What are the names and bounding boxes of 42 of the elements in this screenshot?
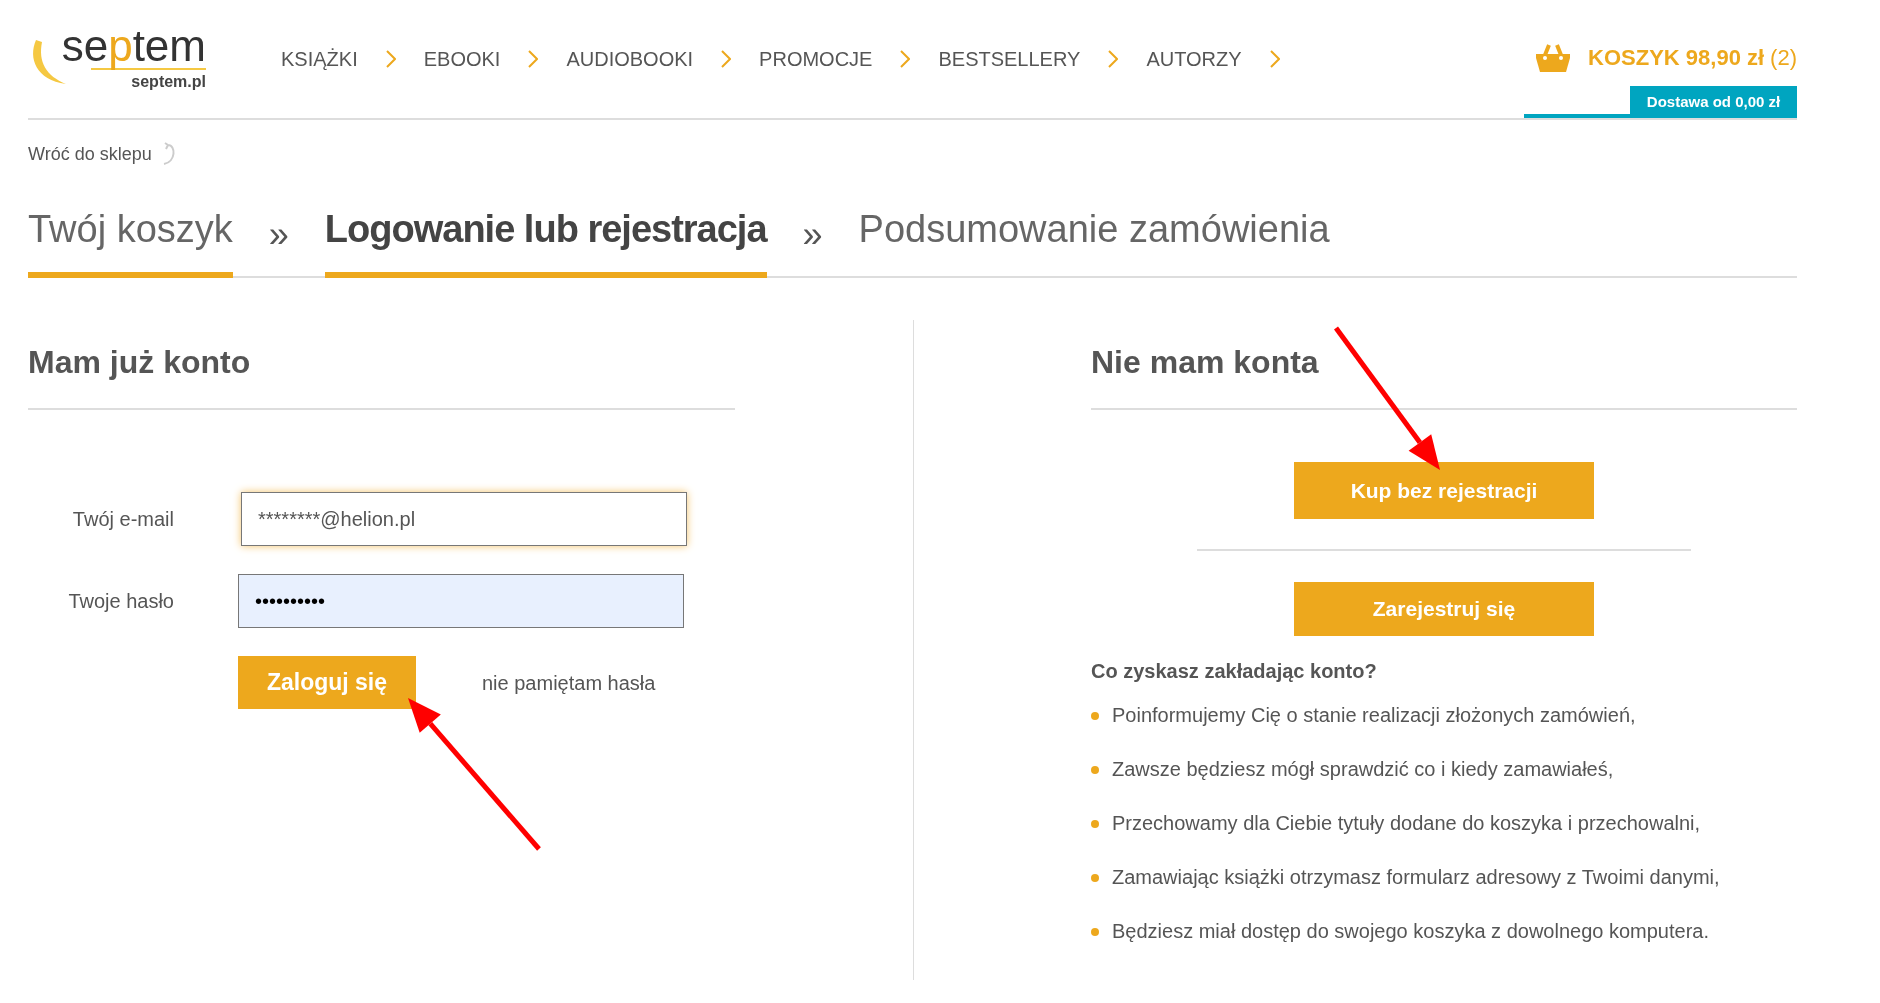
- nav-link[interactable]: AUTORZY: [1146, 44, 1242, 74]
- benefit-text: Zawsze będziesz mógł sprawdzić co i kiedy zamawiałeś,: [1112, 757, 1614, 782]
- benefit-text: Zamawiając książki otrzymasz formularz adresowy z Twoimi danymi,: [1112, 865, 1720, 890]
- chevron-right-icon: [1269, 50, 1280, 68]
- cart-count: (2): [1770, 44, 1797, 72]
- nav-link[interactable]: AUDIOBOOKI: [566, 44, 694, 74]
- bullet-icon: [1091, 819, 1099, 828]
- register-heading: Nie mam konta: [1091, 328, 1797, 410]
- nav-link[interactable]: EBOOKI: [423, 44, 501, 74]
- chevron-right-icon: [721, 50, 732, 68]
- nav-link[interactable]: PROMOCJE: [759, 44, 873, 74]
- checkout-step: Twój koszyk: [28, 201, 233, 278]
- password-label: Twoje hasło: [67, 589, 174, 614]
- chevron-right-icon: [1108, 50, 1119, 68]
- checkout-step: Podsumowanie zamówienia: [858, 201, 1330, 278]
- back-link[interactable]: Wróć do sklepu: [28, 140, 152, 168]
- password-field[interactable]: ••••••••••: [238, 574, 684, 628]
- chevron-right-icon: [385, 50, 396, 68]
- basket-icon[interactable]: [1536, 42, 1571, 73]
- benefit-text: Poinformujemy Cię o stanie realizacji złożonych zamówień,: [1112, 703, 1636, 728]
- bullet-icon: [1091, 711, 1099, 720]
- logo-text: septem: [61, 24, 206, 68]
- forgot-password-link[interactable]: nie pamiętam hasła: [482, 667, 656, 698]
- step-separator: »: [801, 213, 824, 257]
- nav-link[interactable]: BESTSELLERY: [938, 44, 1081, 74]
- nav-link[interactable]: KSIĄŻKI: [281, 44, 358, 74]
- bullet-icon: [1091, 765, 1099, 774]
- step-separator: »: [267, 213, 290, 257]
- email-field[interactable]: ********@helion.pl: [241, 492, 687, 546]
- delivery-badge: Dostawa od 0,00 zł: [1630, 86, 1797, 118]
- bullet-icon: [1091, 873, 1099, 882]
- logo[interactable]: septem septem.pl: [28, 24, 206, 94]
- benefit-text: Przechowamy dla Ciebie tytuły dodane do koszyka i przechowalni,: [1112, 811, 1701, 836]
- login-heading: Mam już konto: [28, 328, 735, 410]
- benefits-heading: Co zyskasz zakładając konto?: [1091, 659, 1378, 684]
- logo-domain: septem.pl: [91, 68, 206, 94]
- checkout-step: Logowanie lub rejestracja: [324, 201, 767, 278]
- email-label: Twój e-mail: [71, 507, 174, 532]
- chevron-right-icon: [900, 50, 911, 68]
- benefit-text: Będziesz miał dostęp do swojego koszyka z dowolnego komputera.: [1112, 919, 1709, 944]
- bullet-icon: [1091, 927, 1099, 936]
- chevron-right-icon: [528, 50, 539, 68]
